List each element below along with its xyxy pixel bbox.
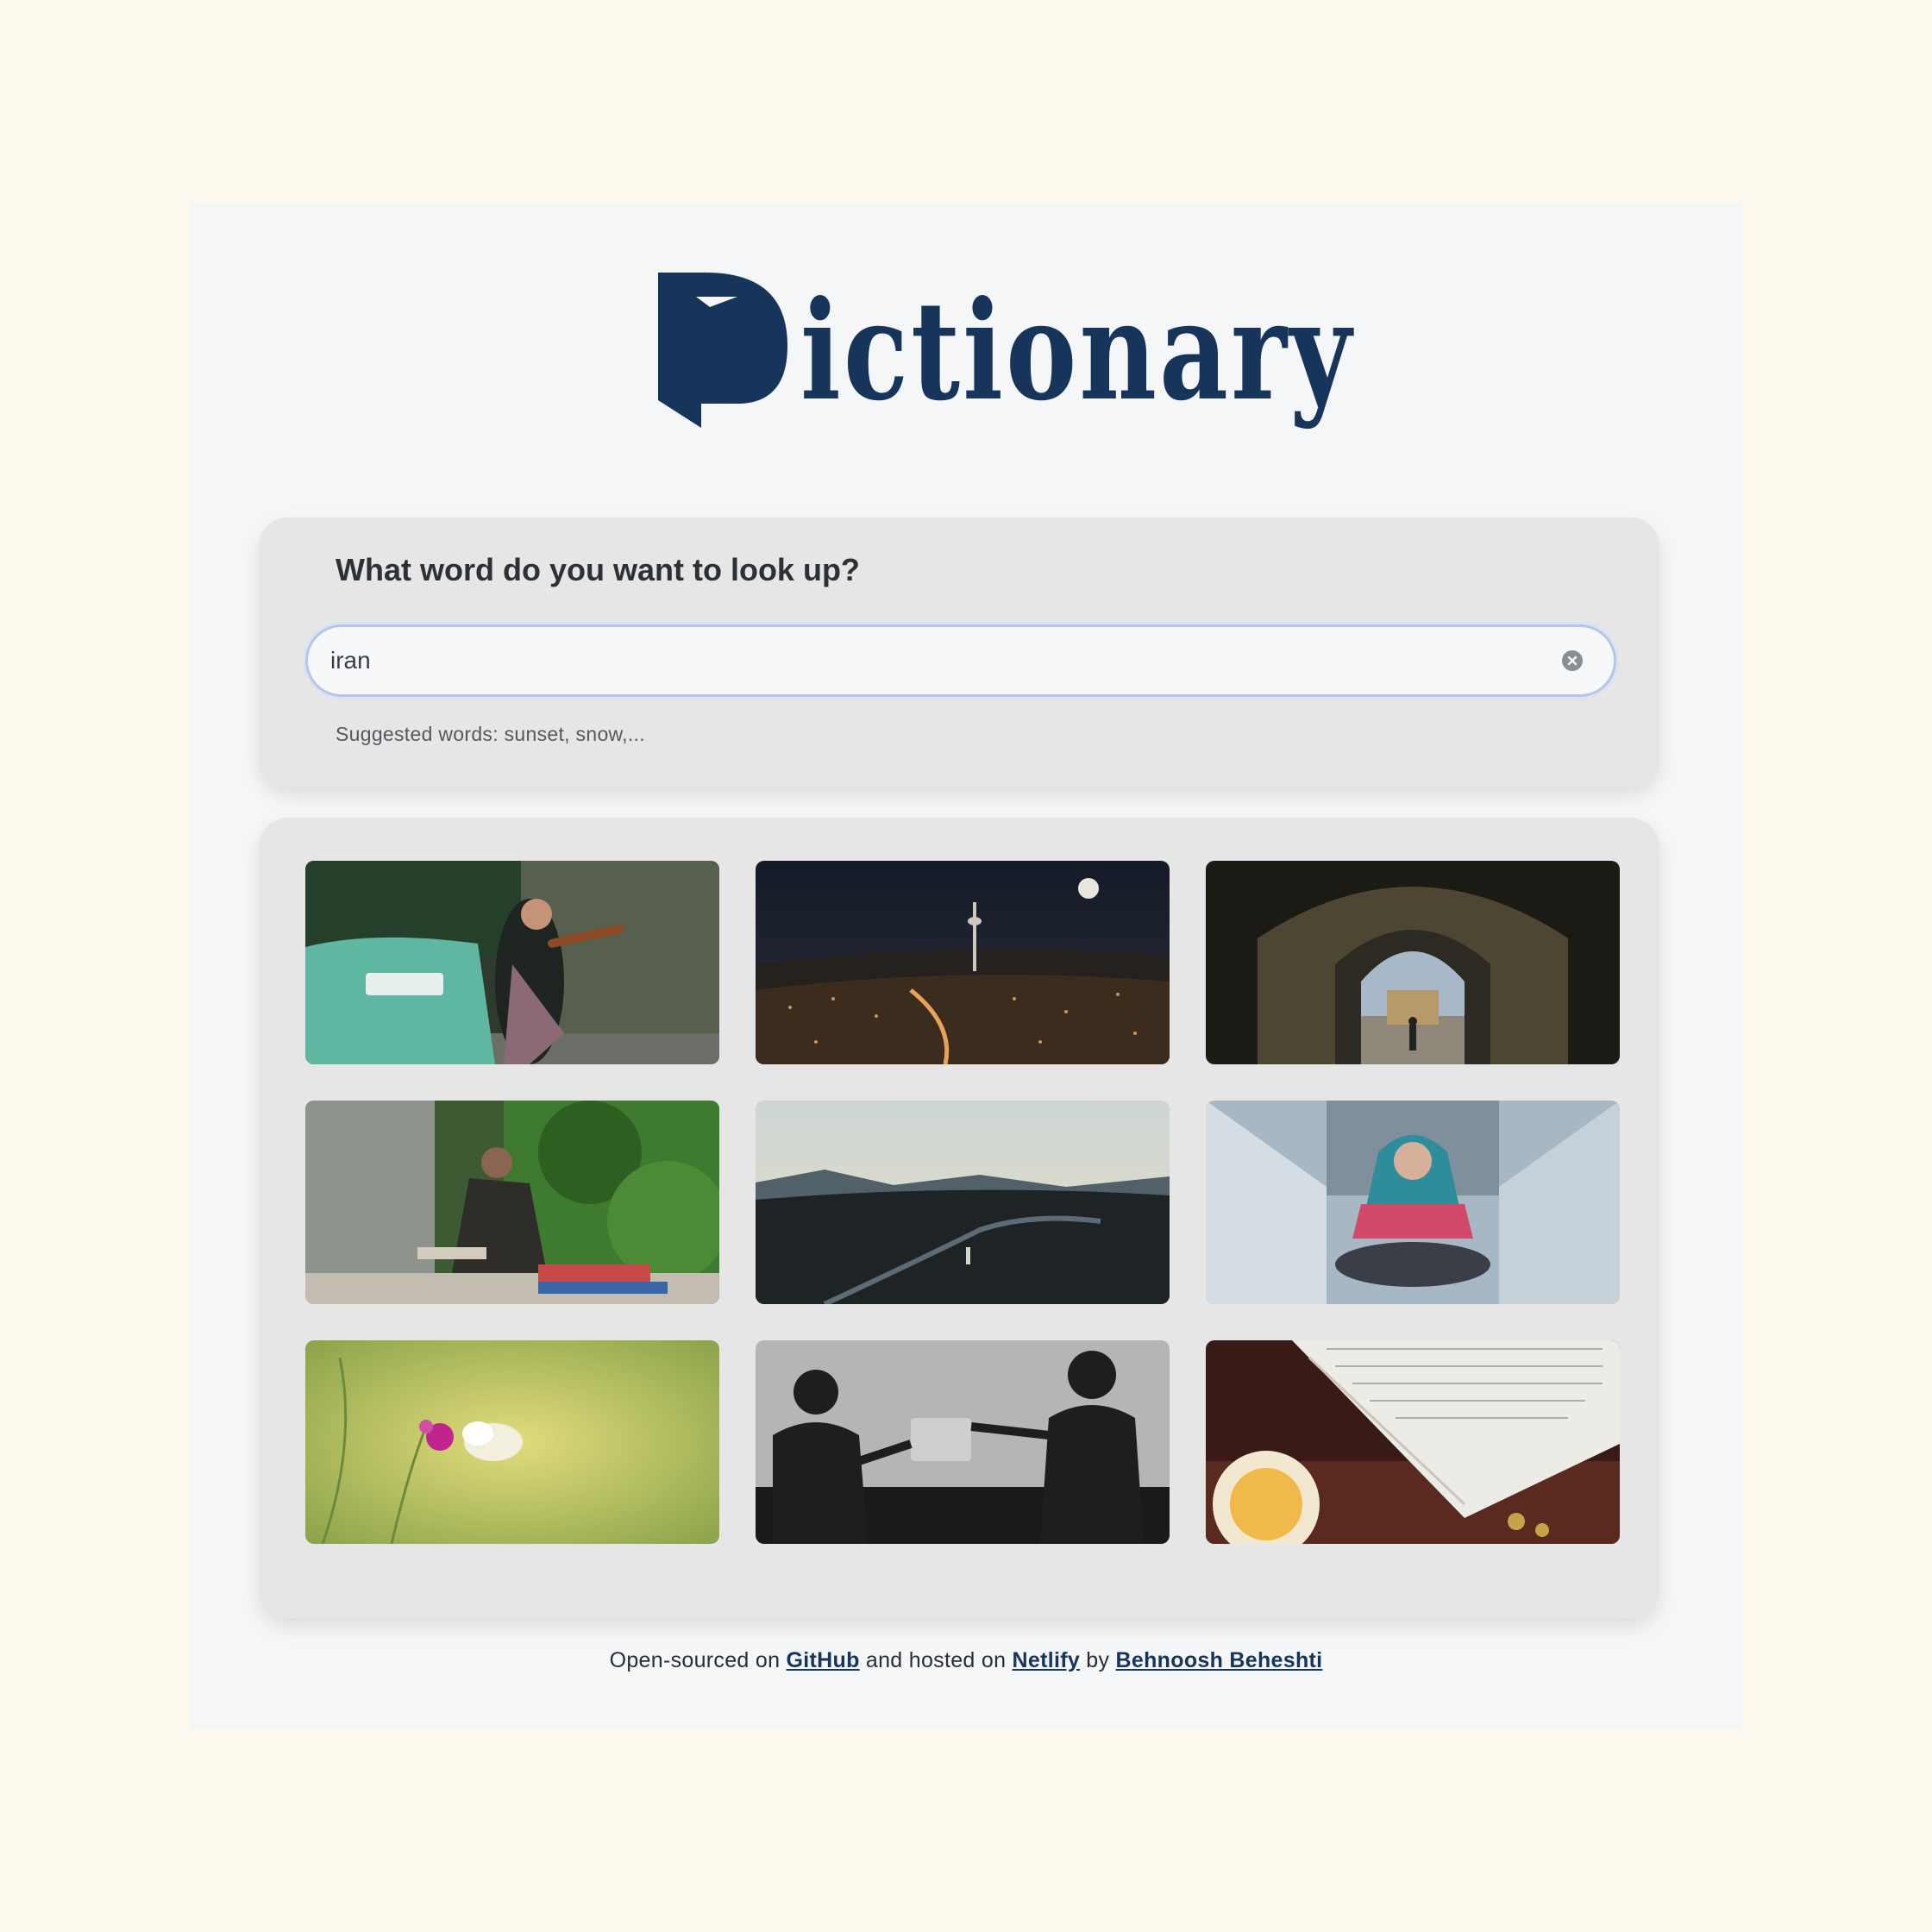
photo-gallery [259,818,1659,1618]
search-input[interactable] [329,637,1536,684]
gallery-photo-flower-butterfly[interactable] [305,1340,719,1544]
suggested-words-hint: Suggested words: sunset, snow,... [336,723,645,745]
author-link[interactable]: Behnoosh Beheshti [1116,1648,1323,1672]
search-box [305,624,1616,697]
gallery-photo-city-night[interactable] [756,861,1170,1064]
search-card: What word do you want to look up? Sugges… [259,518,1659,787]
gallery-photo-violinist[interactable] [305,861,719,1064]
logo-wordmark: ictionary [800,272,1354,431]
gallery-photo-mosque-arch[interactable] [1206,861,1620,1064]
gallery-photo-mountain-valley[interactable] [756,1101,1170,1304]
footer-text-1: Open-sourced on [609,1648,787,1672]
gallery-photo-street-vendor[interactable] [305,1101,719,1304]
dictionary-logo: ictionary [658,273,1352,430]
clear-icon[interactable] [1562,650,1583,671]
footer-text-3: by [1080,1648,1116,1672]
footer: Open-sourced on GitHub and hosted on Net… [190,1648,1742,1673]
gallery-photo-hoodie-woman[interactable] [1206,1101,1620,1304]
gallery-photo-silhouettes[interactable] [756,1340,1170,1544]
book-logo-icon [658,273,787,428]
github-link[interactable]: GitHub [787,1648,860,1672]
gallery-photo-book-sweets[interactable] [1206,1340,1620,1544]
footer-text-2: and hosted on [859,1648,1013,1672]
app-container: ictionary What word do you want to look … [190,202,1742,1730]
search-heading: What word do you want to look up? [336,552,860,587]
netlify-link[interactable]: Netlify [1013,1648,1081,1672]
